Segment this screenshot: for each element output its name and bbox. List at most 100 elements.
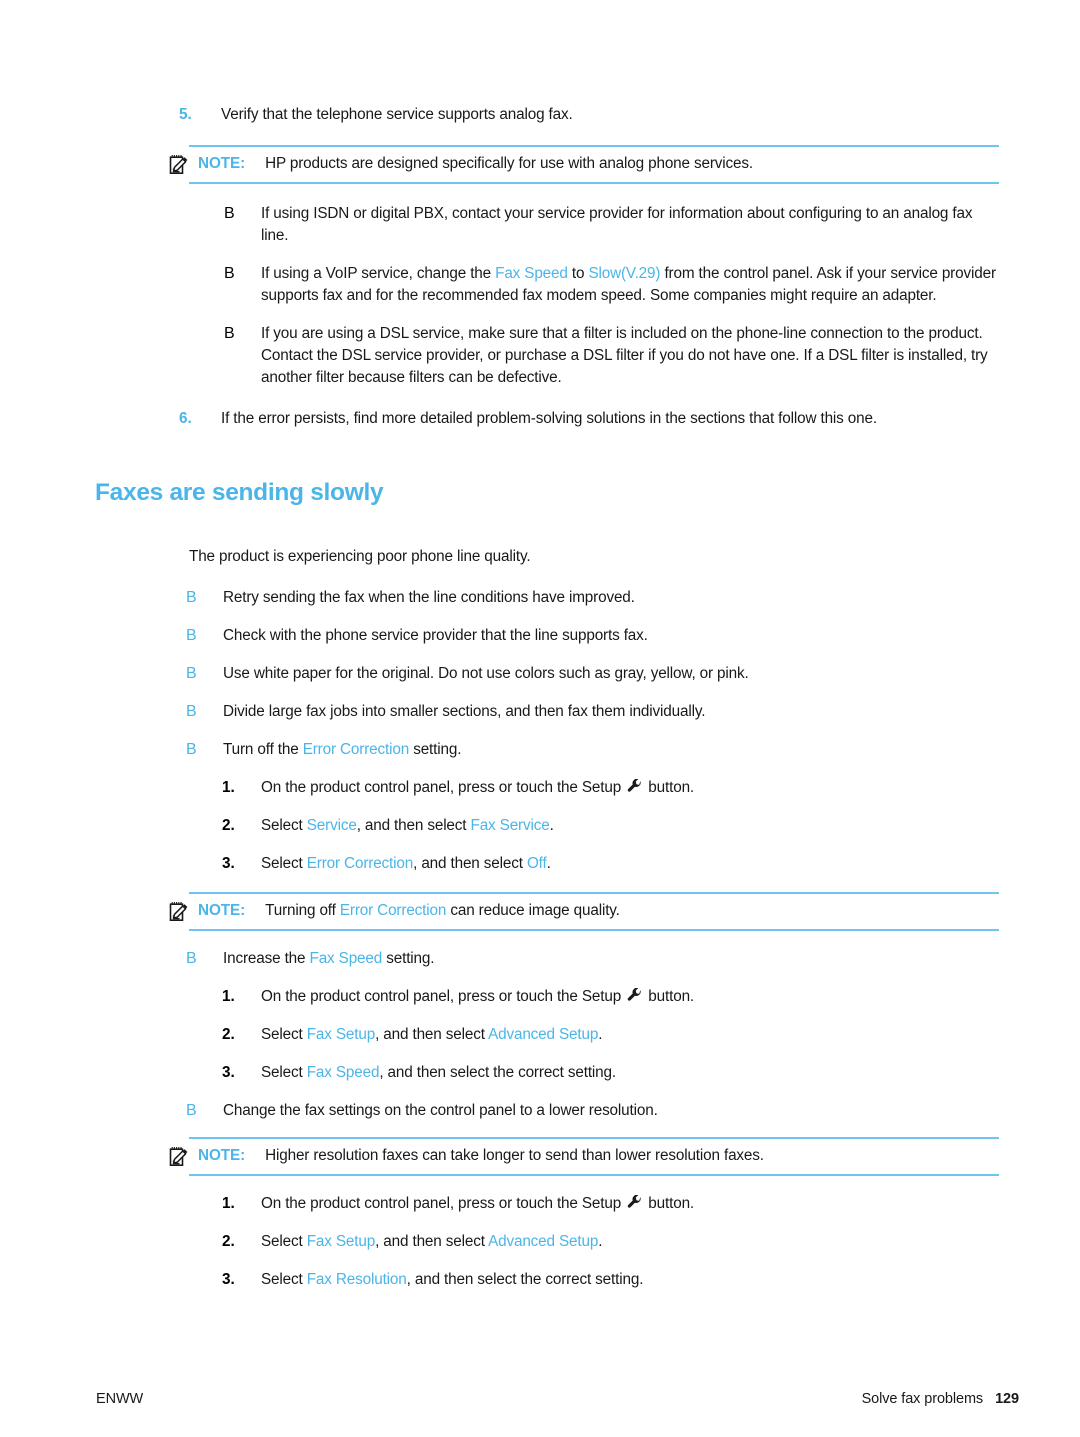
page-content: 5. Verify that the telephone service sup… <box>0 104 1080 1291</box>
substep-number: 3. <box>222 1063 235 1081</box>
list-item-step-6: 6. If the error persists, find more deta… <box>179 408 1080 430</box>
page-footer: ENWW Solve fax problems 129 <box>0 1367 1080 1437</box>
text-part: setting. <box>409 740 462 758</box>
text-part: to <box>567 265 589 282</box>
substep-2-select-fax-setup: 2. Select Fax Setup, and then select Adv… <box>222 1024 1080 1046</box>
bullet-text: If using a VoIP service, change the Fax … <box>261 263 1001 307</box>
substep-text: On the product control panel, press or t… <box>261 1193 1006 1215</box>
text-part: , and then select the correct setting. <box>406 1270 644 1288</box>
text-part: . <box>598 1232 603 1250</box>
bullet-text: Check with the phone service provider th… <box>223 626 648 644</box>
substep-3-select-fax-resolution: 3. Select Fax Resolution, and then selec… <box>222 1269 1080 1291</box>
text-part: Increase the <box>223 949 310 967</box>
text-part: Select <box>261 816 307 834</box>
list-item-lower-resolution: B Change the fax settings on the control… <box>186 1100 1080 1122</box>
text-part: Select <box>261 1232 307 1250</box>
text-part: Select <box>261 1270 307 1288</box>
note-pencil-icon <box>167 901 193 923</box>
step-text: Verify that the telephone service suppor… <box>221 106 573 123</box>
bullet-text: Change the fax settings on the control p… <box>223 1101 658 1119</box>
note-box-analog-phone: NOTE: HP products are designed specifica… <box>169 145 999 184</box>
substep-number: 1. <box>222 987 235 1005</box>
text-part: . <box>546 854 551 872</box>
ui-menu-fax-setup: Fax Setup <box>306 1232 376 1250</box>
step-number: 5. <box>179 106 192 123</box>
wrench-icon <box>627 778 642 794</box>
ui-menu-service: Service <box>306 816 357 834</box>
text-part: On the product control panel, press or t… <box>261 1194 626 1212</box>
list-item-white-paper: B Use white paper for the original. Do n… <box>186 663 1080 685</box>
note-bottom-rule <box>189 1173 999 1176</box>
bullet-text: If you are using a DSL service, make sur… <box>261 325 988 386</box>
text-part: button. <box>644 778 695 796</box>
note-body: NOTE: Turning off Error Correction can r… <box>169 894 999 929</box>
substep-number: 2. <box>222 1025 235 1043</box>
text-part: Select <box>261 854 307 872</box>
bullet-marker: B <box>186 949 197 967</box>
substep-text: Select Fax Speed, and then select the co… <box>261 1062 1006 1084</box>
text-part: On the product control panel, press or t… <box>261 778 626 796</box>
ui-menu-advanced-setup: Advanced Setup <box>488 1025 599 1043</box>
text-part: button. <box>644 1194 695 1212</box>
bullet-text: Turn off the Error Correction setting. <box>223 739 1013 761</box>
ui-menu-advanced-setup: Advanced Setup <box>488 1232 599 1250</box>
ui-setting-fax-speed: Fax Speed <box>495 265 568 282</box>
substep-text: On the product control panel, press or t… <box>261 986 1006 1008</box>
ui-setting-fax-speed: Fax Speed <box>309 949 383 967</box>
footer-chapter-and-page: Solve fax problems 129 <box>861 1391 1020 1407</box>
ui-menu-fax-service: Fax Service <box>470 816 550 834</box>
bullet-text: Use white paper for the original. Do not… <box>223 664 749 682</box>
note-label: NOTE: <box>198 1146 246 1164</box>
substep-number: 2. <box>222 816 235 834</box>
note-label: NOTE: <box>198 901 246 919</box>
text-part: , and then select <box>413 854 527 872</box>
ui-menu-error-correction: Error Correction <box>306 854 414 872</box>
bullet-marker: B <box>186 588 197 606</box>
list-item-isdn-pbx: B If using ISDN or digital PBX, contact … <box>224 203 1080 247</box>
note-pencil-icon <box>167 154 193 176</box>
step-text: If the error persists, find more detaile… <box>221 410 877 427</box>
bullet-marker: B <box>186 740 197 758</box>
bullet-marker: B <box>224 205 235 222</box>
ui-menu-fax-setup: Fax Setup <box>306 1025 376 1043</box>
bullet-marker: B <box>186 702 197 720</box>
bullet-marker: B <box>186 1101 197 1119</box>
text-part: . <box>598 1025 603 1043</box>
note-text: Higher resolution faxes can take longer … <box>265 1146 764 1164</box>
note-body: NOTE: HP products are designed specifica… <box>169 147 999 182</box>
text-part: can reduce image quality. <box>446 901 620 919</box>
substep-number: 3. <box>222 854 235 872</box>
note-text: HP products are designed specifically fo… <box>265 155 753 172</box>
list-item-retry-send: B Retry sending the fax when the line co… <box>186 587 1080 609</box>
page-number: 129 <box>995 1391 1019 1407</box>
text-part: setting. <box>382 949 435 967</box>
text-part: , and then select <box>375 1025 489 1043</box>
note-bottom-rule <box>189 928 999 931</box>
substep-2-select-fax-setup: 2. Select Fax Setup, and then select Adv… <box>222 1231 1080 1253</box>
ui-value-slow-v29: Slow(V.29) <box>588 265 661 282</box>
wrench-icon <box>627 1194 642 1210</box>
substep-text: Select Fax Resolution, and then select t… <box>261 1269 1006 1291</box>
wrench-icon <box>627 987 642 1003</box>
ui-setting-error-correction: Error Correction <box>339 901 447 919</box>
step-number: 6. <box>179 410 192 427</box>
bullet-text: Divide large fax jobs into smaller secti… <box>223 702 706 720</box>
substep-text: Select Fax Setup, and then select Advanc… <box>261 1231 1006 1253</box>
page-title: Faxes are sending slowly <box>95 479 384 507</box>
footer-chapter: Solve fax problems <box>861 1391 984 1407</box>
text-part: . <box>549 816 554 834</box>
substep-text: Select Error Correction, and then select… <box>261 853 1006 875</box>
substep-3-select-error-correction-off: 3. Select Error Correction, and then sel… <box>222 853 1080 875</box>
bullet-marker: B <box>224 325 235 342</box>
note-body: NOTE: Higher resolution faxes can take l… <box>169 1139 999 1174</box>
list-item-increase-fax-speed: B Increase the Fax Speed setting. <box>186 948 1080 970</box>
footer-locale: ENWW <box>96 1391 144 1407</box>
bullet-marker: B <box>186 626 197 644</box>
text-part: Turn off the <box>223 740 303 758</box>
note-box-error-correction: NOTE: Turning off Error Correction can r… <box>169 891 999 931</box>
note-bottom-rule <box>189 182 999 184</box>
list-item-voip: B If using a VoIP service, change the Fa… <box>224 263 1080 307</box>
note-text: Turning off Error Correction can reduce … <box>265 900 999 921</box>
substep-number: 3. <box>222 1270 235 1288</box>
note-label: NOTE: <box>198 155 246 172</box>
